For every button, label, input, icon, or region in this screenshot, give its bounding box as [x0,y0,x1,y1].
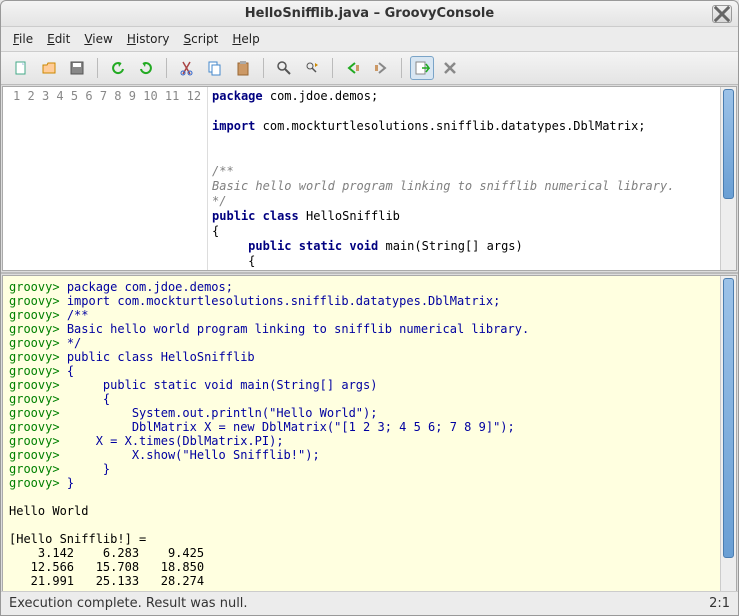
run-script-button[interactable] [410,56,434,80]
history-prev-icon [345,60,361,76]
line-number-gutter: 1 2 3 4 5 6 7 8 9 10 11 12 [3,87,208,270]
toolbar-separator [263,58,264,78]
save-icon [69,60,85,76]
find-button[interactable] [272,56,296,80]
toolbar [1,52,738,85]
output-pane: groovy> package com.jdoe.demos; groovy> … [2,275,737,591]
cursor-position: 2:1 [709,596,730,611]
status-message: Execution complete. Result was null. [9,596,248,611]
redo-button[interactable] [134,56,158,80]
copy-icon [207,60,223,76]
run-script-icon [414,60,430,76]
cut-button[interactable] [175,56,199,80]
new-file-icon [13,60,29,76]
statusbar: Execution complete. Result was null. 2:1 [1,591,738,615]
open-file-button[interactable] [37,56,61,80]
toolbar-separator [97,58,98,78]
window-title: HelloSnifflib.java – GroovyConsole [245,6,494,21]
menu-view[interactable]: View [78,30,118,48]
replace-button[interactable] [300,56,324,80]
redo-icon [138,60,154,76]
output-text[interactable]: groovy> package com.jdoe.demos; groovy> … [3,276,720,591]
replace-icon [304,60,320,76]
output-scrollbar[interactable] [720,276,736,591]
undo-icon [110,60,126,76]
code-editor[interactable]: package com.jdoe.demos; import com.mockt… [208,87,720,270]
menubar: File Edit View History Script Help [1,27,738,52]
find-icon [276,60,292,76]
history-next-button[interactable] [369,56,393,80]
menu-file[interactable]: File [7,30,39,48]
interrupt-icon [442,60,458,76]
content-area: 1 2 3 4 5 6 7 8 9 10 11 12 package com.j… [1,85,738,591]
close-icon [713,5,731,23]
pane-splitter[interactable] [1,272,738,274]
window-frame: HelloSnifflib.java – GroovyConsole File … [0,0,739,616]
scroll-thumb[interactable] [723,278,734,558]
editor-scrollbar[interactable] [720,87,736,270]
new-file-button[interactable] [9,56,33,80]
interrupt-button[interactable] [438,56,462,80]
cut-icon [179,60,195,76]
editor-pane: 1 2 3 4 5 6 7 8 9 10 11 12 package com.j… [2,86,737,271]
menu-history[interactable]: History [121,30,176,48]
history-prev-button[interactable] [341,56,365,80]
menu-edit[interactable]: Edit [41,30,76,48]
close-button[interactable] [712,5,732,23]
titlebar[interactable]: HelloSnifflib.java – GroovyConsole [1,1,738,27]
copy-button[interactable] [203,56,227,80]
menu-script[interactable]: Script [178,30,225,48]
open-file-icon [41,60,57,76]
undo-button[interactable] [106,56,130,80]
toolbar-separator [332,58,333,78]
paste-icon [235,60,251,76]
history-next-icon [373,60,389,76]
save-button[interactable] [65,56,89,80]
scroll-thumb[interactable] [723,89,734,199]
toolbar-separator [166,58,167,78]
toolbar-separator [401,58,402,78]
menu-help[interactable]: Help [226,30,265,48]
paste-button[interactable] [231,56,255,80]
